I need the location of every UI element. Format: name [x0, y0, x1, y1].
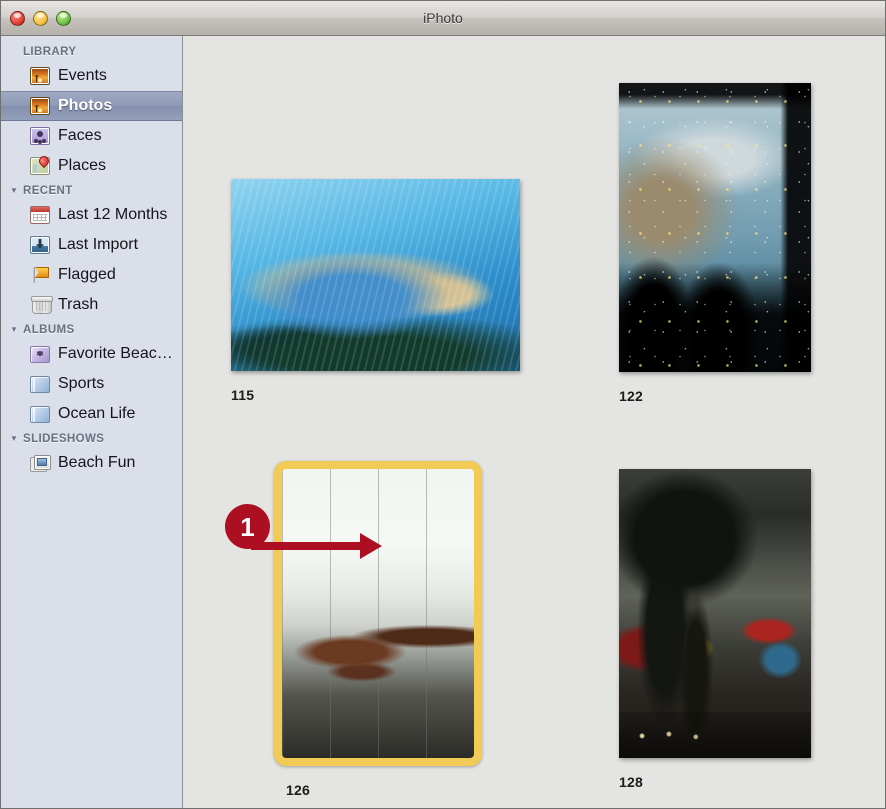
- sidebar-item-label: Sports: [58, 375, 105, 392]
- photo-cell-128[interactable]: 128: [619, 469, 811, 790]
- zoom-button[interactable]: [56, 10, 71, 26]
- sidebar-item-ocean-life[interactable]: Ocean Life: [1, 399, 182, 429]
- photo-cell-115[interactable]: 115: [231, 179, 520, 403]
- sidebar-item-trash[interactable]: Trash: [1, 290, 182, 320]
- sidebar-item-label: Places: [58, 157, 107, 174]
- photo-cell-122[interactable]: 122: [619, 83, 811, 404]
- slideshow-inner-photo-icon: [37, 458, 47, 466]
- photo-caption: 115: [231, 387, 255, 403]
- sidebar-item-faces[interactable]: Faces: [1, 121, 182, 151]
- window-title: iPhoto: [423, 10, 463, 26]
- disclosure-triangle-icon[interactable]: ▼: [10, 187, 19, 195]
- album-icon: [30, 375, 50, 393]
- photo-thumbnail-128[interactable]: [619, 469, 811, 758]
- calendar-icon: [30, 206, 50, 224]
- sidebar-item-label: Trash: [58, 296, 99, 313]
- thumbnail-frame-selected[interactable]: [274, 461, 482, 766]
- sidebar-section-title: LIBRARY: [23, 46, 77, 58]
- sidebar-section-recent: ▼ RECENT: [1, 181, 182, 200]
- thumbnail-frame[interactable]: [619, 469, 811, 758]
- sidebar-item-last-import[interactable]: Last Import: [1, 230, 182, 260]
- sidebar-item-label: Faces: [58, 127, 102, 144]
- photo-caption: 126: [286, 782, 310, 798]
- sidebar-item-places[interactable]: Places: [1, 151, 182, 181]
- photo-sunset-icon: [30, 97, 50, 115]
- photo-sunset-icon: [30, 67, 50, 85]
- window-body: LIBRARY Events Photos Faces Places ▼ REC…: [1, 36, 885, 808]
- sidebar[interactable]: LIBRARY Events Photos Faces Places ▼ REC…: [1, 36, 183, 808]
- sidebar-section-title: ALBUMS: [23, 324, 75, 336]
- sidebar-item-favorite-beaches[interactable]: Favorite Beac…: [1, 339, 182, 369]
- sidebar-item-label: Favorite Beac…: [58, 345, 173, 362]
- close-button[interactable]: [10, 10, 25, 26]
- photo-thumbnail-115[interactable]: [231, 179, 520, 371]
- faces-icon: [30, 127, 50, 145]
- disclosure-triangle-icon[interactable]: ▼: [10, 326, 19, 334]
- thumbnail-frame[interactable]: [619, 83, 811, 372]
- sidebar-item-label: Last Import: [58, 236, 139, 253]
- sidebar-item-events[interactable]: Events: [1, 61, 182, 91]
- sidebar-item-label: Ocean Life: [58, 405, 136, 422]
- disclosure-triangle-icon[interactable]: ▼: [10, 435, 19, 443]
- photo-grid[interactable]: 115 122 126 128 1: [183, 36, 885, 808]
- sidebar-item-photos[interactable]: Photos: [1, 91, 182, 121]
- photo-thumbnail-122[interactable]: [619, 83, 811, 372]
- minimize-button[interactable]: [33, 10, 48, 26]
- sidebar-section-slideshows: ▼ SLIDESHOWS: [1, 429, 182, 448]
- sidebar-section-library: LIBRARY: [1, 42, 182, 61]
- sidebar-item-label: Photos: [58, 97, 113, 114]
- sidebar-item-last-12-months[interactable]: Last 12 Months: [1, 200, 182, 230]
- sidebar-item-sports[interactable]: Sports: [1, 369, 182, 399]
- sidebar-item-beach-fun[interactable]: Beach Fun: [1, 448, 182, 478]
- sidebar-item-label: Flagged: [58, 266, 116, 283]
- sidebar-section-title: RECENT: [23, 185, 73, 197]
- window-controls: [1, 10, 71, 26]
- callout-step-badge: 1: [225, 504, 270, 549]
- photo-caption: 122: [619, 388, 643, 404]
- import-icon: [30, 236, 50, 254]
- sidebar-item-label: Beach Fun: [58, 454, 136, 471]
- flag-icon: [30, 266, 50, 284]
- album-icon: [30, 405, 50, 423]
- photo-thumbnail-126[interactable]: [282, 469, 474, 758]
- thumbnail-frame[interactable]: [231, 179, 520, 371]
- trash-icon: [31, 296, 53, 314]
- slideshow-icon: [30, 455, 51, 472]
- sidebar-section-title: SLIDESHOWS: [23, 433, 105, 445]
- photo-caption: 128: [619, 774, 643, 790]
- title-bar: iPhoto: [1, 1, 885, 36]
- smart-album-icon: [30, 345, 50, 363]
- sidebar-item-label: Last 12 Months: [58, 206, 168, 223]
- sidebar-item-label: Events: [58, 67, 107, 84]
- sidebar-section-albums: ▼ ALBUMS: [1, 320, 182, 339]
- iphoto-window: iPhoto LIBRARY Events Photos Faces Place…: [0, 0, 886, 809]
- places-map-pin-icon: [30, 157, 50, 175]
- sidebar-item-flagged[interactable]: Flagged: [1, 260, 182, 290]
- photo-cell-126[interactable]: 126: [274, 461, 482, 798]
